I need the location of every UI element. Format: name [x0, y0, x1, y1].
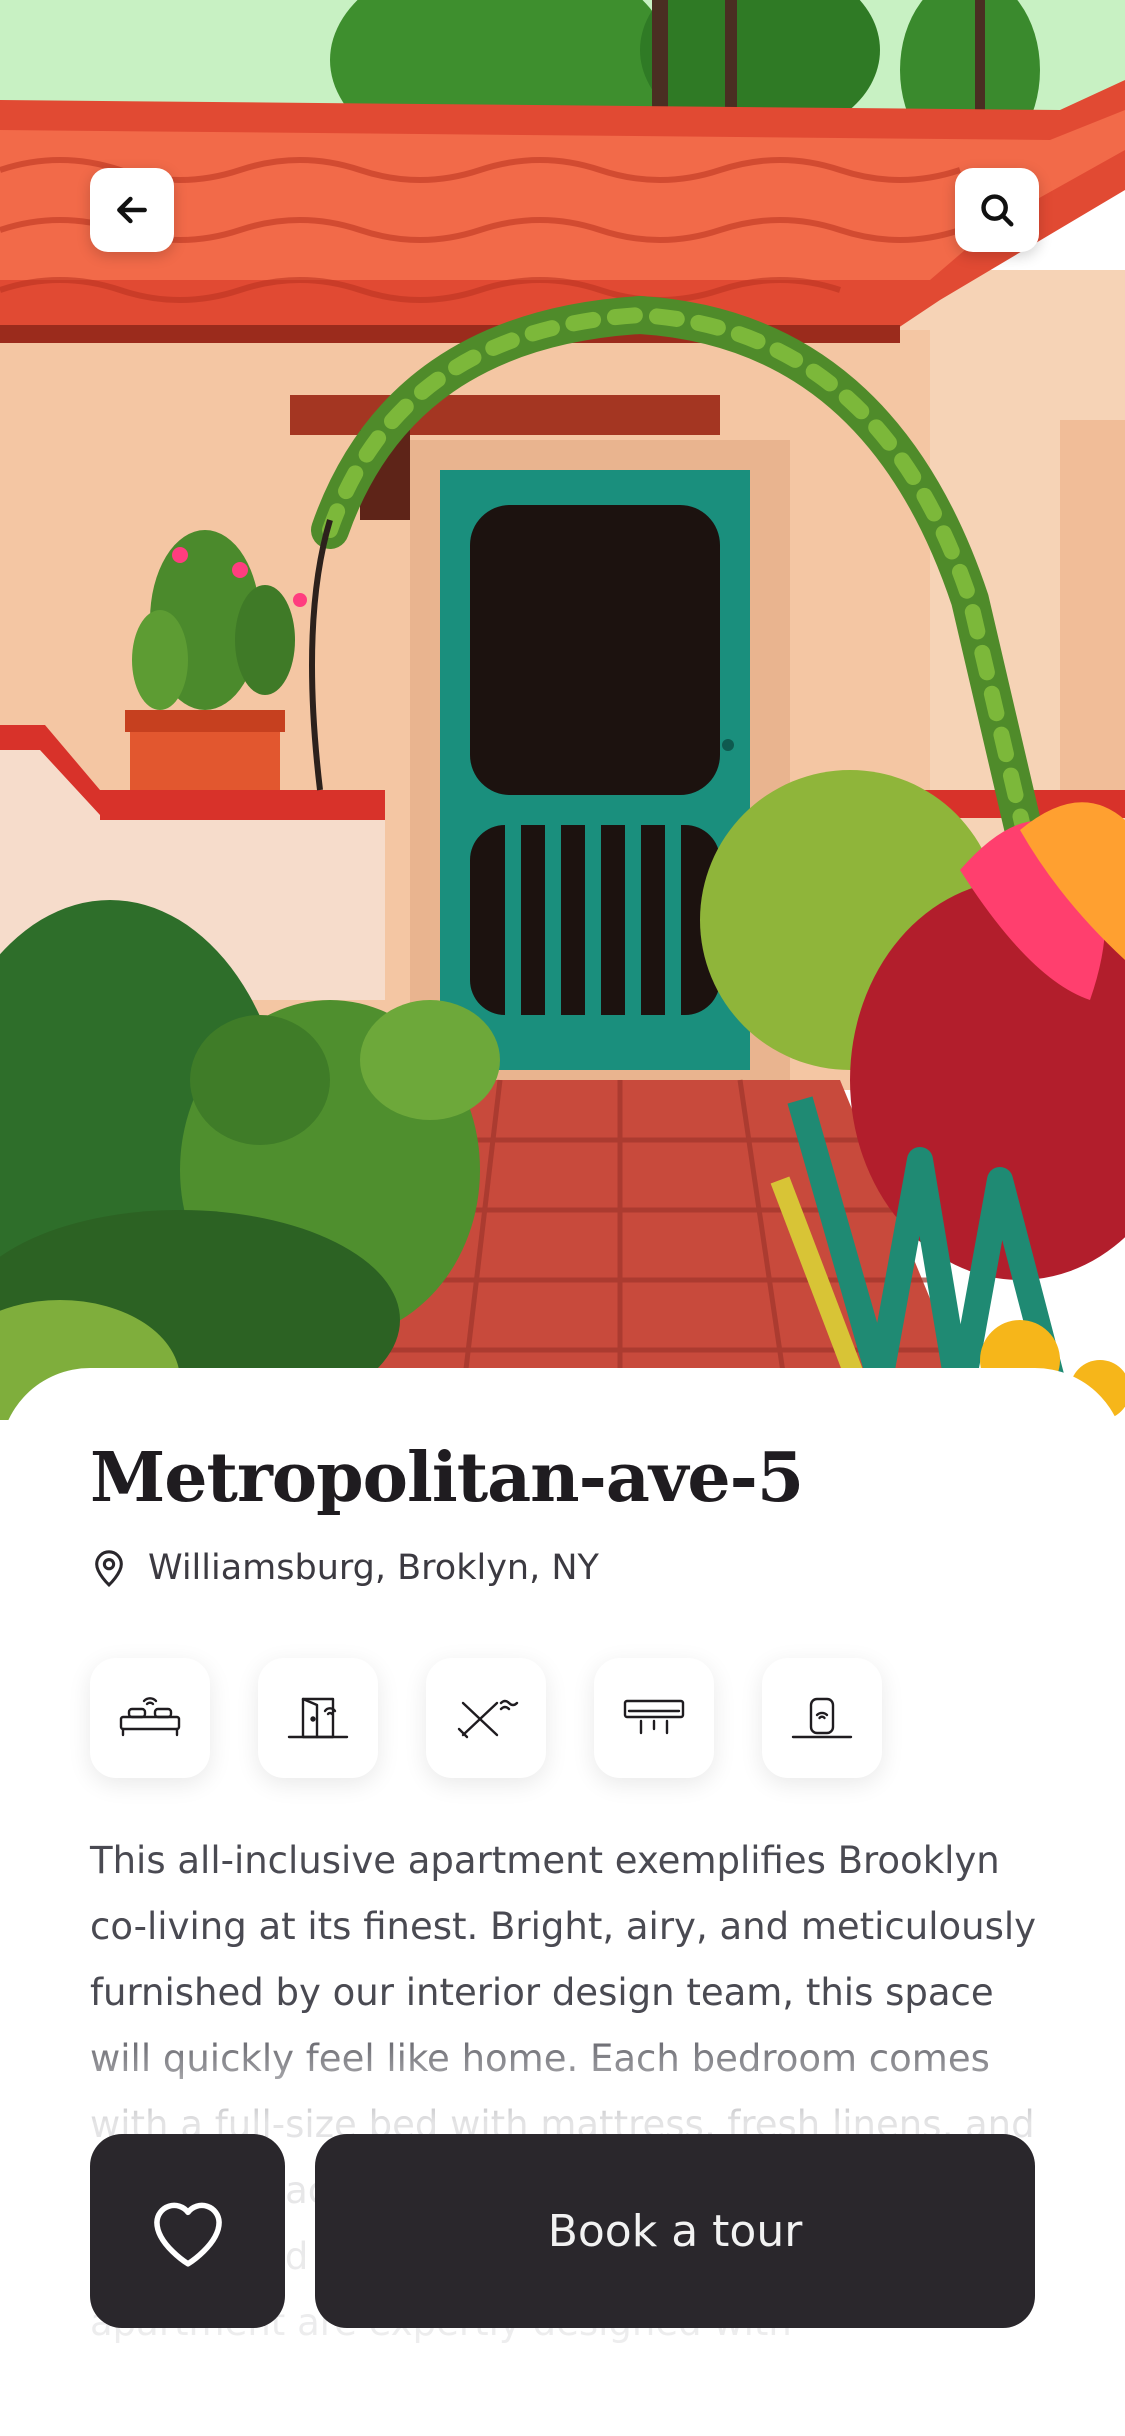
- amenity-air-conditioner[interactable]: [594, 1658, 714, 1778]
- amenity-no-smoking[interactable]: [426, 1658, 546, 1778]
- map-pin-icon: [95, 1550, 123, 1588]
- book-tour-button[interactable]: Book a tour: [315, 2134, 1035, 2328]
- search-button[interactable]: [955, 168, 1039, 252]
- amenity-smart-speaker[interactable]: [762, 1658, 882, 1778]
- favorite-button[interactable]: [90, 2134, 285, 2328]
- smart-speaker-icon: [791, 1697, 853, 1739]
- amenity-smart-door[interactable]: [258, 1658, 378, 1778]
- back-button[interactable]: [90, 168, 174, 252]
- amenities-row: [90, 1658, 882, 1778]
- amenity-smart-bed[interactable]: [90, 1658, 210, 1778]
- search-icon: [981, 194, 1014, 227]
- heart-icon: [153, 2202, 222, 2267]
- no-smoking-icon: [457, 1699, 519, 1739]
- smart-door-icon: [287, 1697, 349, 1739]
- air-conditioner-icon: [623, 1699, 685, 1735]
- listing-location: Williamsburg, Broklyn, NY: [90, 1548, 599, 1588]
- listing-title: Metropolitan-ave-5: [90, 1438, 804, 1518]
- smart-bed-icon: [119, 1697, 181, 1737]
- location-text: Williamsburg, Broklyn, NY: [148, 1548, 599, 1588]
- arrow-left-icon: [117, 196, 147, 224]
